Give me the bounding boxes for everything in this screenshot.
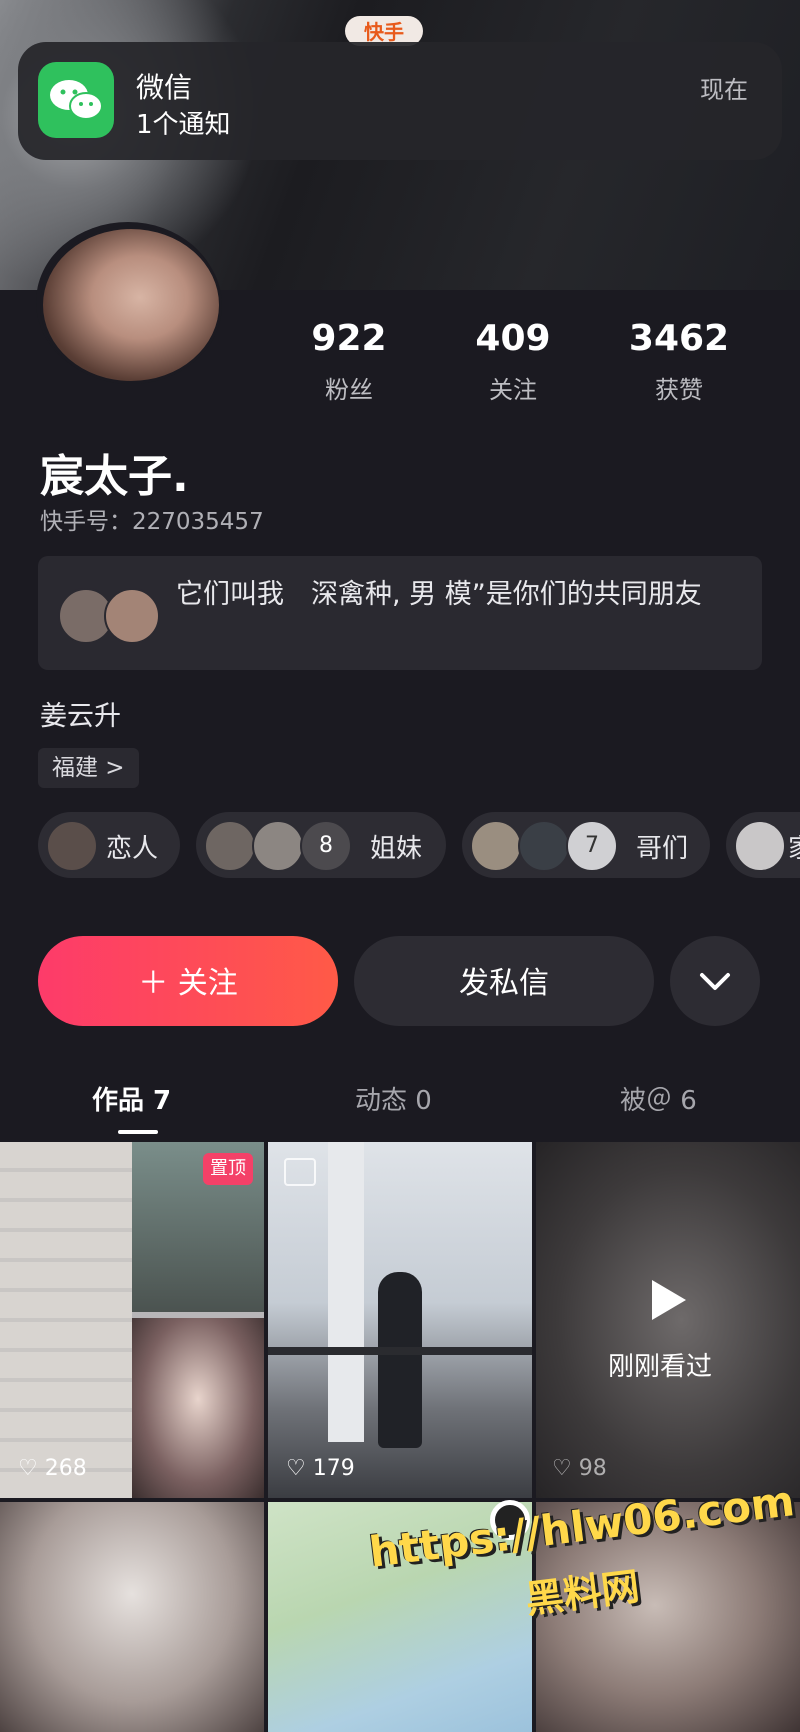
bio-text: 姜云升	[40, 701, 121, 732]
tab-mentions[interactable]: 被＠ 6	[620, 1080, 697, 1117]
profile-name: 宸太子.	[40, 451, 189, 502]
pinned-badge: 置顶	[203, 1153, 253, 1185]
tab-moments[interactable]: 动态 0	[355, 1080, 432, 1117]
chip-avatar	[252, 820, 304, 872]
chip-avatar	[204, 820, 256, 872]
video-thumbnail[interactable]	[0, 1502, 264, 1732]
heart-icon: ♡	[552, 1456, 572, 1481]
chip-avatar	[470, 820, 522, 872]
following-count[interactable]: 409	[438, 318, 588, 359]
location-tag[interactable]: 福建 >	[38, 748, 139, 788]
mutual-friends-text: 它们叫我 深禽种, 男 模”是你们的共同朋友	[176, 579, 702, 610]
chip-count: 7	[566, 820, 618, 872]
wechat-icon	[38, 62, 114, 138]
recently-watched-label: 刚刚看过	[608, 1352, 713, 1382]
chip-count: 8	[300, 820, 352, 872]
relation-label: 恋人	[106, 834, 159, 864]
followers-count[interactable]: 922	[274, 318, 424, 359]
kuaishou-id: 快手号：227035457	[40, 509, 264, 535]
relation-label: 哥们	[636, 834, 689, 864]
chip-avatar	[46, 820, 98, 872]
chevron-down-icon	[700, 973, 730, 990]
heart-icon: ♡	[286, 1456, 306, 1481]
relation-label: 姐妹	[370, 834, 423, 864]
notification-message: 1个通知	[136, 110, 231, 140]
tab-active-indicator	[118, 1130, 158, 1134]
chip-avatar	[518, 820, 570, 872]
notification-time: 现在	[700, 76, 748, 104]
followers-label: 粉丝	[325, 376, 373, 404]
likes-count[interactable]: 3462	[604, 318, 754, 359]
gallery-icon	[284, 1158, 316, 1186]
video-thumbnail[interactable]	[0, 1142, 264, 1498]
following-label: 关注	[489, 376, 537, 404]
avatar[interactable]	[40, 226, 222, 384]
likes-label: 获赞	[655, 376, 703, 404]
like-count: ♡ 98	[552, 1456, 607, 1481]
play-icon	[648, 1278, 688, 1326]
notification-app-name: 微信	[136, 71, 193, 104]
friend-avatar	[104, 588, 160, 644]
follow-button-label: ＋ 关注	[138, 966, 238, 1001]
chip-avatar	[734, 820, 786, 872]
like-count: ♡ 268	[18, 1456, 87, 1481]
tab-works[interactable]: 作品 7	[92, 1080, 171, 1117]
relation-label: 家	[788, 828, 800, 865]
notification-banner[interactable]	[18, 42, 782, 160]
more-options-button[interactable]	[670, 936, 760, 1026]
heart-icon: ♡	[18, 1456, 38, 1481]
message-button-label: 发私信	[459, 966, 549, 1001]
like-count: ♡ 179	[286, 1456, 355, 1481]
video-thumbnail[interactable]	[268, 1142, 532, 1498]
